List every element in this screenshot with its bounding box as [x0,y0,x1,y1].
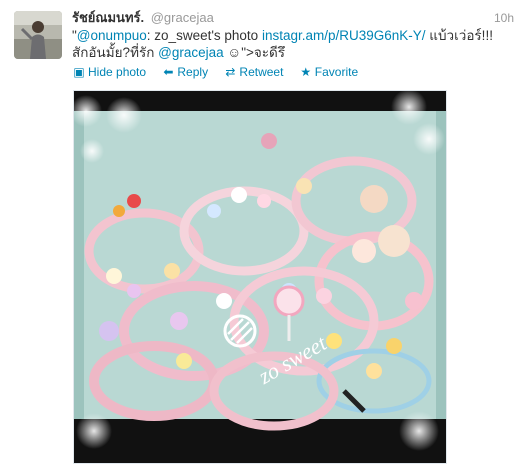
hide-photo-label: Hide photo [88,65,147,79]
reply-button[interactable]: ⬅ Reply [161,64,208,80]
tweet-timestamp[interactable]: 10h [494,9,514,27]
retweet-button[interactable]: ⇄ Retweet [223,64,283,80]
tweet-actions: ▣ Hide photo ⬅ Reply ⇄ Retweet ★ Favorite [72,64,370,80]
hide-photo-button[interactable]: ▣ Hide photo [72,64,146,80]
tweet-text-part: ☺">จะดีรึ [223,45,286,60]
retweet-arrows-icon: ⇄ [225,65,236,79]
photo-icon: ▣ [73,65,85,79]
author-fullname[interactable]: รัชย์ณมนทร์. [72,10,144,25]
tweet-text: "@onumpuo: zo_sweet's photo instagr.am/p… [72,27,512,61]
mention-link[interactable]: @gracejaa [158,45,224,60]
tweet-text-part: : zo_sweet's photo [146,28,262,43]
author-username[interactable]: @gracejaa [151,10,214,25]
tweet: รัชย์ณมนทร์. @gracejaa 10h "@onumpuo: zo… [0,0,522,468]
tweet-header: รัชย์ณมนทร์. @gracejaa 10h [72,9,514,27]
favorite-label: Favorite [314,65,359,79]
avatar[interactable] [14,11,62,59]
reply-label: Reply [177,65,209,79]
instagram-link[interactable]: instagr.am/p/RU39G6nK-Y/ [262,28,426,43]
favorite-button[interactable]: ★ Favorite [299,64,358,80]
retweet-label: Retweet [239,65,284,79]
tweet-photo[interactable]: zo sweet [73,90,447,464]
mention-link[interactable]: @onumpuo [77,28,147,43]
reply-arrow-icon: ⬅ [163,65,174,79]
star-icon: ★ [300,65,312,79]
